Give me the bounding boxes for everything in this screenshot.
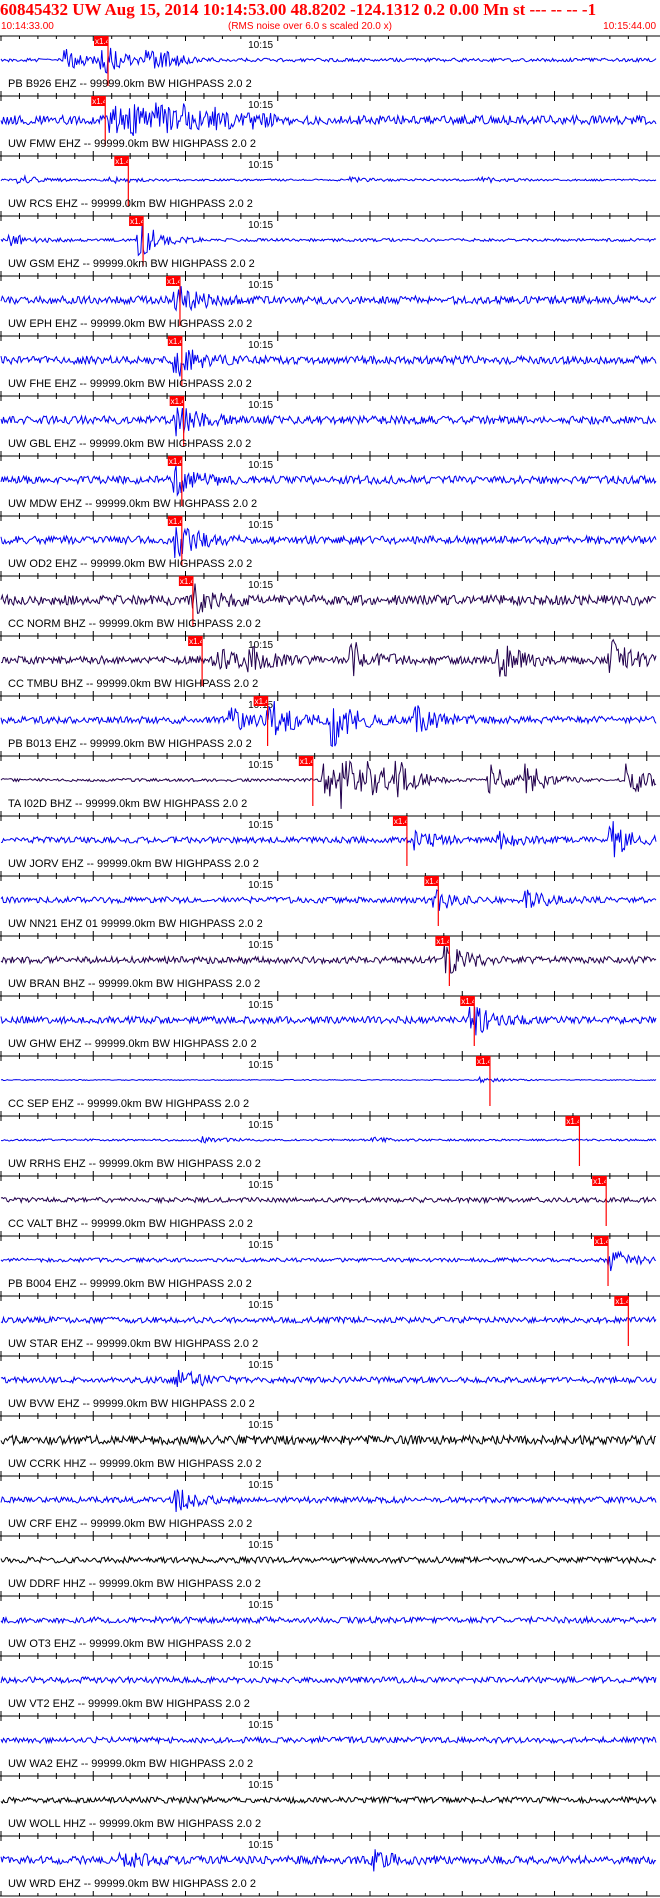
- station-label: CC TMBU BHZ -- 99999.0km BW HIGHPASS 2.0…: [8, 678, 258, 690]
- minute-label: 10:15: [248, 1540, 273, 1551]
- minute-label: 10:15: [248, 160, 273, 171]
- station-label: UW NN21 EHZ 01 99999.0km BW HIGHPASS 2.0…: [8, 918, 263, 930]
- waveform-trace: [0, 1675, 657, 1685]
- station-label: UW GSM EHZ -- 99999.0km BW HIGHPASS 2.0 …: [8, 258, 255, 270]
- minute-label: 10:15: [248, 820, 273, 831]
- waveform-trace: [0, 1196, 657, 1205]
- waveform-trace: [0, 1735, 657, 1745]
- station-label: UW WA2 EHZ -- 99999.0km BW HIGHPASS 2.0 …: [8, 1758, 253, 1770]
- station-label: CC VALT BHZ -- 99999.0km BW HIGHPASS 2.0…: [8, 1218, 253, 1230]
- waveform-trace: [0, 1489, 657, 1513]
- minute-label: 10:15: [248, 1120, 273, 1131]
- station-label: UW OT3 EHZ -- 99999.0km BW HIGHPASS 2.0 …: [8, 1638, 251, 1650]
- station-label: UW STAR EHZ -- 99999.0km BW HIGHPASS 2.0…: [8, 1338, 258, 1350]
- minute-label: 10:15: [248, 760, 273, 771]
- station-label: CC NORM BHZ -- 99999.0km BW HIGHPASS 2.0…: [8, 618, 261, 630]
- minute-label: 10:15: [248, 580, 273, 591]
- minute-label: 10:15: [248, 1660, 273, 1671]
- minute-label: 10:15: [248, 1420, 273, 1431]
- minute-label: 10:15: [248, 1060, 273, 1071]
- station-label: UW RCS EHZ -- 99999.0km BW HIGHPASS 2.0 …: [8, 198, 253, 210]
- station-label: PB B004 EHZ -- 99999.0km BW HIGHPASS 2.0…: [8, 1278, 252, 1290]
- station-label: UW BRAN BHZ -- 99999.0km BW HIGHPASS 2.0…: [8, 978, 260, 990]
- waveform-trace: [0, 349, 657, 377]
- waveform-trace: [0, 102, 657, 136]
- station-label: UW GBL EHZ -- 99999.0km BW HIGHPASS 2.0 …: [8, 438, 251, 450]
- waveform-trace: [0, 225, 657, 257]
- minute-label: 10:15: [248, 460, 273, 471]
- waveform-trace: [0, 1315, 657, 1325]
- minute-label: 10:15: [248, 1480, 273, 1491]
- waveform-trace: [0, 47, 657, 74]
- station-label: UW EPH EHZ -- 99999.0km BW HIGHPASS 2.0 …: [8, 318, 252, 330]
- waveform-trace: [0, 1849, 657, 1872]
- waveform-trace: [0, 889, 657, 911]
- station-label: CC SEP EHZ -- 99999.0km BW HIGHPASS 2.0 …: [8, 1098, 249, 1110]
- station-label: TA I02D BHZ -- 99999.0km BW HIGHPASS 2.0…: [8, 798, 247, 810]
- station-label: UW GHW EHZ -- 99999.0km BW HIGHPASS 2.0 …: [8, 1038, 257, 1050]
- minute-label: 10:15: [248, 1360, 273, 1371]
- minute-label: 10:15: [248, 40, 273, 51]
- waveform-trace: [0, 1555, 657, 1565]
- minute-label: 10:15: [248, 400, 273, 411]
- waveform-trace: [0, 1615, 657, 1625]
- waveform-trace: [0, 407, 657, 437]
- waveform-trace: [0, 1250, 657, 1272]
- station-label: UW CRF EHZ -- 99999.0km BW HIGHPASS 2.0 …: [8, 1518, 252, 1530]
- minute-label: 10:15: [248, 340, 273, 351]
- waveform-trace: [0, 174, 657, 185]
- waveform-trace: [0, 583, 657, 614]
- minute-label: 10:15: [248, 940, 273, 951]
- waveform-trace: [0, 638, 657, 677]
- station-label: UW FMW EHZ -- 99999.0km BW HIGHPASS 2.0 …: [8, 138, 256, 150]
- waveform-trace: [0, 1006, 657, 1036]
- waveform-trace: [0, 1433, 657, 1447]
- minute-label: 10:15: [248, 640, 273, 651]
- waveform-trace: [0, 286, 657, 312]
- waveform-trace: [0, 1795, 657, 1805]
- seismogram-panels: 10:15x1.4PB B926 EHZ -- 99999.0km BW HIG…: [0, 35, 660, 1897]
- station-label: UW MDW EHZ -- 99999.0km BW HIGHPASS 2.0 …: [8, 498, 257, 510]
- waveform-trace: [0, 943, 657, 974]
- station-label: UW OD2 EHZ -- 99999.0km BW HIGHPASS 2.0 …: [8, 558, 252, 570]
- station-label: UW WRD EHZ -- 99999.0km BW HIGHPASS 2.0 …: [8, 1878, 256, 1890]
- minute-label: 10:15: [248, 880, 273, 891]
- station-label: UW FHE EHZ -- 99999.0km BW HIGHPASS 2.0 …: [8, 378, 252, 390]
- waveform-trace: [0, 465, 657, 497]
- station-label: UW CCRK HHZ -- 99999.0km BW HIGHPASS 2.0…: [8, 1458, 261, 1470]
- minute-label: 10:15: [248, 1240, 273, 1251]
- waveform-trace: [0, 1136, 657, 1144]
- minute-label: 10:15: [248, 220, 273, 231]
- minute-label: 10:15: [248, 520, 273, 531]
- station-label: UW BVW EHZ -- 99999.0km BW HIGHPASS 2.0 …: [8, 1398, 255, 1410]
- minute-label: 10:15: [248, 1600, 273, 1611]
- minute-label: 10:15: [248, 1300, 273, 1311]
- minute-label: 10:15: [248, 280, 273, 291]
- station-label: UW VT2 EHZ -- 99999.0km BW HIGHPASS 2.0 …: [8, 1698, 250, 1710]
- station-label: UW WOLL HHZ -- 99999.0km BW HIGHPASS 2.0…: [8, 1818, 261, 1830]
- minute-label: 10:15: [248, 1780, 273, 1791]
- waveform-trace: [0, 1369, 657, 1387]
- waveform-trace: [0, 527, 657, 559]
- station-label: UW JORV EHZ -- 99999.0km BW HIGHPASS 2.0…: [8, 858, 259, 870]
- station-label: UW DDRF HHZ -- 99999.0km BW HIGHPASS 2.0…: [8, 1578, 261, 1590]
- station-label: PB B926 EHZ -- 99999.0km BW HIGHPASS 2.0…: [8, 78, 252, 90]
- minute-label: 10:15: [248, 100, 273, 111]
- minute-label: 10:15: [248, 1180, 273, 1191]
- waveform-trace: [0, 1075, 657, 1084]
- waveform-trace: [0, 821, 657, 858]
- station-label: UW RRHS EHZ -- 99999.0km BW HIGHPASS 2.0…: [8, 1158, 261, 1170]
- minute-label: 10:15: [248, 1000, 273, 1011]
- minute-label: 10:15: [248, 1720, 273, 1731]
- station-label: PB B013 EHZ -- 99999.0km BW HIGHPASS 2.0…: [8, 738, 252, 750]
- minute-label: 10:15: [248, 1840, 273, 1851]
